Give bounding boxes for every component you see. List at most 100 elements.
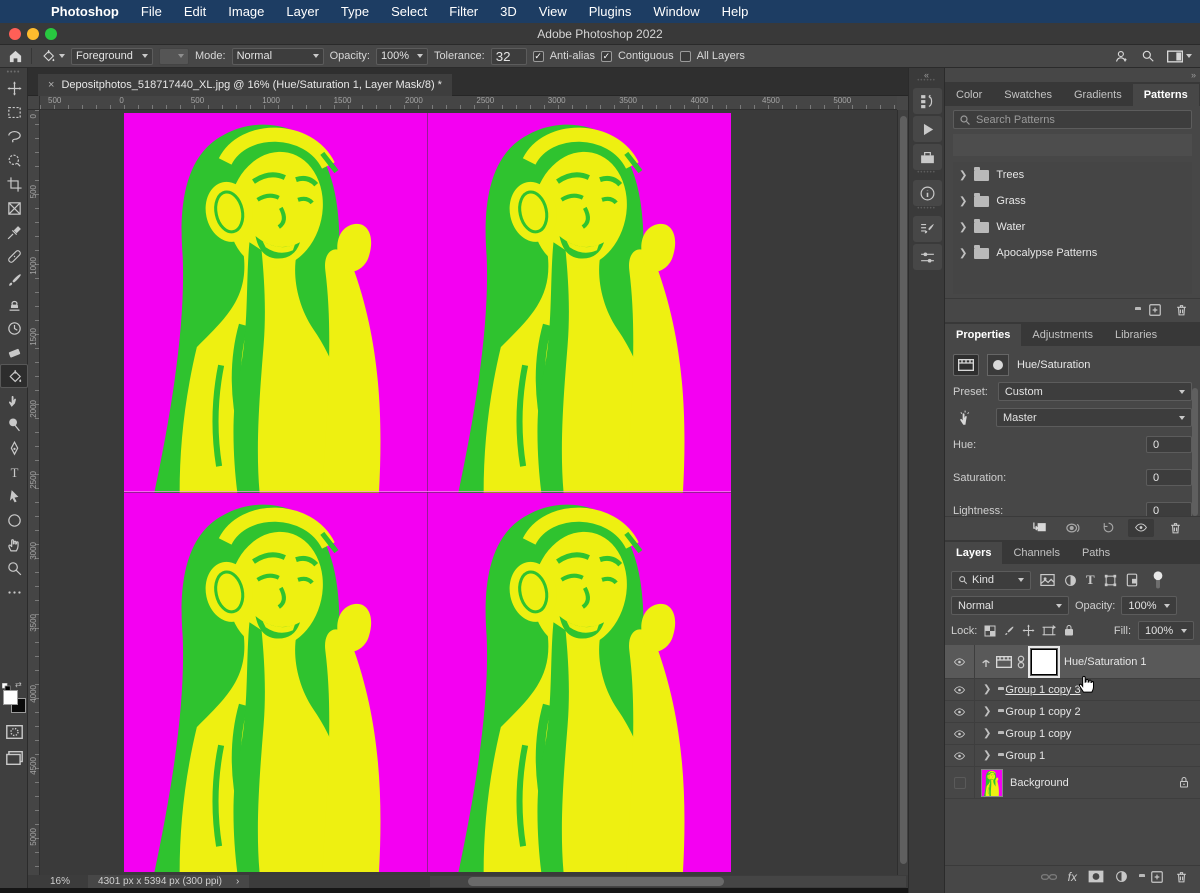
tool-path-select[interactable] bbox=[0, 484, 28, 508]
horizontal-scroll-thumb[interactable] bbox=[468, 877, 724, 886]
home-icon[interactable] bbox=[8, 49, 23, 64]
tool-dodge[interactable] bbox=[0, 412, 28, 436]
layer-name[interactable]: Group 1 copy bbox=[1005, 728, 1071, 740]
vertical-scroll-thumb[interactable] bbox=[900, 116, 907, 864]
hue-input[interactable] bbox=[1146, 436, 1192, 453]
document-tab[interactable]: × Depositphotos_518717440_XL.jpg @ 16% (… bbox=[38, 74, 452, 96]
document-size-info[interactable]: 4301 px x 5394 px (300 ppi) › bbox=[88, 875, 250, 888]
tool-smudge[interactable] bbox=[0, 388, 28, 412]
expand-panels-icon[interactable]: » bbox=[1191, 70, 1196, 80]
layer-name[interactable]: Background bbox=[1010, 777, 1069, 789]
tool-paint-bucket[interactable] bbox=[0, 364, 28, 388]
chevron-right-icon[interactable]: ❯ bbox=[983, 750, 991, 761]
tool-healing-brush[interactable] bbox=[0, 244, 28, 268]
dock-panel-tool-presets-icon[interactable] bbox=[913, 244, 942, 270]
share-account-icon[interactable] bbox=[1114, 49, 1129, 64]
layer-visibility-eye-icon[interactable] bbox=[945, 679, 975, 700]
tool-clone-stamp[interactable] bbox=[0, 292, 28, 316]
menu-item-filter[interactable]: Filter bbox=[438, 4, 489, 19]
canvas-horizontal-scrollbar[interactable] bbox=[430, 876, 906, 887]
tool-history-brush[interactable] bbox=[0, 316, 28, 340]
layers-opacity-dropdown[interactable]: 100% bbox=[1121, 596, 1178, 615]
menu-item-image[interactable]: Image bbox=[217, 4, 275, 19]
tab-channels[interactable]: Channels bbox=[1002, 542, 1070, 564]
dock-panel-info-icon[interactable] bbox=[913, 180, 942, 206]
layer-visibility-empty[interactable] bbox=[945, 767, 975, 798]
blend-mode-dropdown[interactable]: Normal bbox=[951, 596, 1069, 615]
tool-hand[interactable] bbox=[0, 532, 28, 556]
layer-row-group-1-copy-2[interactable]: ❯ Group 1 copy 2 bbox=[945, 701, 1200, 723]
chevron-right-icon[interactable]: ❯ bbox=[959, 196, 967, 207]
tool-shape[interactable] bbox=[0, 508, 28, 532]
layer-filter-kind-dropdown[interactable]: Kind bbox=[951, 570, 1031, 590]
layer-row-group-1[interactable]: ❯ Group 1 bbox=[945, 745, 1200, 767]
chevron-right-icon[interactable]: ❯ bbox=[959, 248, 967, 259]
targeted-adjustment-icon[interactable] bbox=[953, 410, 975, 426]
menu-item-window[interactable]: Window bbox=[642, 4, 710, 19]
layer-thumbnail[interactable] bbox=[981, 768, 1003, 797]
pattern-group-water[interactable]: ❯ Water bbox=[953, 214, 1192, 240]
contiguous-checkbox[interactable] bbox=[600, 50, 612, 62]
layer-style-fx-icon[interactable]: fx bbox=[1068, 870, 1077, 884]
layer-visibility-eye-icon[interactable] bbox=[945, 645, 975, 678]
opacity-dropdown[interactable]: 100% bbox=[375, 47, 428, 65]
paint-bucket-tool-preset-icon[interactable] bbox=[40, 48, 65, 64]
add-layer-mask-icon[interactable] bbox=[1088, 870, 1104, 883]
lock-transparency-icon[interactable] bbox=[984, 625, 996, 637]
toolbar-drag-handle[interactable]: •••• bbox=[0, 68, 27, 76]
tool-pen[interactable] bbox=[0, 436, 28, 460]
tolerance-input[interactable] bbox=[490, 47, 527, 65]
quick-mask-button[interactable] bbox=[0, 720, 28, 744]
layer-row-group-1-copy[interactable]: ❯ Group 1 copy bbox=[945, 723, 1200, 745]
tool-lasso[interactable] bbox=[0, 124, 28, 148]
canvas-vertical-scrollbar[interactable] bbox=[897, 110, 908, 875]
channel-dropdown[interactable]: Master bbox=[996, 408, 1192, 427]
filter-adjustment-layers-icon[interactable] bbox=[1064, 574, 1077, 587]
delete-layer-icon[interactable] bbox=[1175, 870, 1188, 884]
tool-crop[interactable] bbox=[0, 172, 28, 196]
menu-item-edit[interactable]: Edit bbox=[173, 4, 217, 19]
new-adjustment-layer-icon[interactable] bbox=[1115, 870, 1128, 883]
filter-smart-objects-icon[interactable] bbox=[1126, 573, 1138, 587]
layer-visibility-eye-icon[interactable] bbox=[945, 745, 975, 766]
tool-marquee[interactable] bbox=[0, 100, 28, 124]
pattern-search-input[interactable] bbox=[976, 113, 1166, 126]
clip-to-layer-icon[interactable] bbox=[1026, 519, 1052, 537]
tab-layers[interactable]: Layers bbox=[945, 542, 1003, 564]
screen-mode-button[interactable] bbox=[0, 746, 28, 770]
layer-name[interactable]: Group 1 copy 2 bbox=[1005, 706, 1080, 718]
menu-item-select[interactable]: Select bbox=[380, 4, 438, 19]
saturation-input[interactable] bbox=[1146, 469, 1192, 486]
properties-scrollbar-thumb[interactable] bbox=[1192, 388, 1198, 516]
layer-filter-toggle[interactable] bbox=[1153, 570, 1163, 590]
layer-name[interactable]: Group 1 copy 3 bbox=[1005, 684, 1080, 696]
tool-type[interactable]: T bbox=[0, 460, 28, 484]
tool-frame[interactable] bbox=[0, 196, 28, 220]
tool-object-selection[interactable] bbox=[0, 148, 28, 172]
pattern-group-trees[interactable]: ❯ Trees bbox=[953, 162, 1192, 188]
tab-adjustments[interactable]: Adjustments bbox=[1021, 324, 1104, 346]
zoom-level[interactable]: 16% bbox=[50, 876, 70, 887]
tab-swatches[interactable]: Swatches bbox=[993, 84, 1063, 106]
layer-visibility-eye-icon[interactable] bbox=[945, 723, 975, 744]
tool-zoom[interactable] bbox=[0, 556, 28, 580]
status-chevron-icon[interactable]: › bbox=[236, 876, 239, 887]
chevron-right-icon[interactable]: ❯ bbox=[983, 706, 991, 717]
preset-dropdown[interactable]: Custom bbox=[997, 382, 1192, 401]
fill-dropdown[interactable]: 100% bbox=[1138, 621, 1194, 640]
layer-name[interactable]: Group 1 bbox=[1005, 750, 1045, 762]
tool-brush[interactable] bbox=[0, 268, 28, 292]
tab-paths[interactable]: Paths bbox=[1071, 542, 1121, 564]
new-pattern-icon[interactable] bbox=[1148, 303, 1162, 317]
menu-item-photoshop[interactable]: Photoshop bbox=[40, 4, 130, 19]
mode-dropdown[interactable]: Normal bbox=[231, 47, 324, 65]
tab-patterns[interactable]: Patterns bbox=[1132, 84, 1199, 106]
layer-name[interactable]: Hue/Saturation 1 bbox=[1064, 656, 1147, 668]
tool-eraser[interactable] bbox=[0, 340, 28, 364]
canvas-viewport[interactable] bbox=[40, 110, 897, 875]
layer-row-background[interactable]: Background bbox=[945, 767, 1200, 799]
layer-row-hue-saturation-1[interactable]: Hue/Saturation 1 bbox=[945, 645, 1200, 679]
close-document-icon[interactable]: × bbox=[48, 79, 54, 91]
all-layers-checkbox[interactable] bbox=[679, 50, 691, 62]
lock-artboard-icon[interactable] bbox=[1042, 624, 1057, 637]
